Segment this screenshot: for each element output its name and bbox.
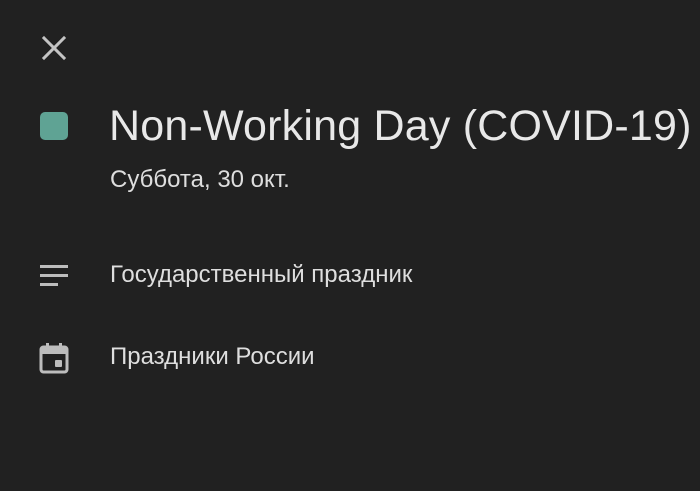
- event-date: Суббота, 30 окт.: [110, 166, 290, 193]
- close-icon: [40, 34, 68, 62]
- description-text: Государственный праздник: [110, 261, 413, 288]
- description-row: Государственный праздник: [0, 250, 700, 300]
- event-color-chip: [40, 112, 68, 140]
- calendar-row: Праздники России: [0, 332, 700, 382]
- calendar-name: Праздники России: [110, 343, 315, 370]
- event-details-screen: Non-Working Day (COVID-19) Суббота, 30 о…: [0, 0, 700, 491]
- calendar-icon: [38, 342, 70, 374]
- notes-icon: [38, 260, 70, 292]
- event-title: Non-Working Day (COVID-19): [109, 102, 692, 150]
- close-button[interactable]: [28, 22, 80, 74]
